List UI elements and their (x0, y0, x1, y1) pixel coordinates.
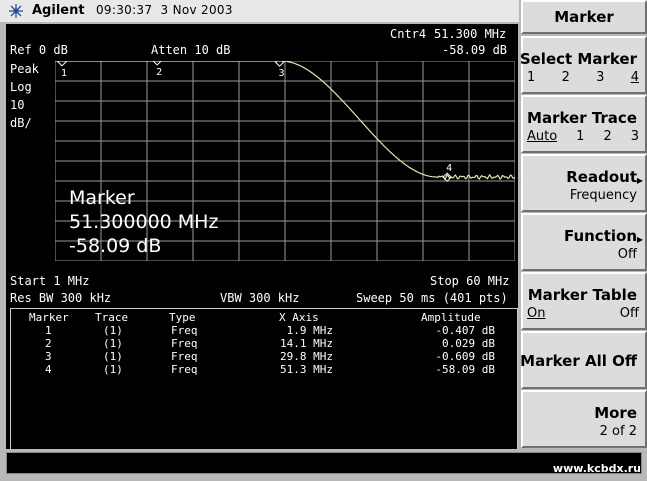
option-table-on: On (527, 306, 546, 321)
option-trace-3: 3 (630, 129, 639, 144)
option-trace-auto: Auto (527, 129, 558, 144)
table-cell-marker: 3 (45, 350, 52, 363)
scale-type: Peak (10, 62, 39, 76)
page-indicator: 2 of 2 (599, 424, 637, 439)
scale-mode: Log (10, 80, 32, 94)
table-cell-x-axis: 14.1 MHz (280, 337, 333, 350)
submenu-arrow-icon: ▶ (636, 235, 643, 244)
stop-frequency: Stop 60 MHz (430, 274, 510, 288)
table-cell-amplitude: -58.09 dB (435, 363, 495, 376)
sweep-time: Sweep 50 ms (401 pts) (356, 291, 508, 305)
table-cell-trace: (1) (103, 350, 123, 363)
marker-trace-options: Auto 1 2 3 (527, 129, 639, 144)
active-marker-frequency: 51.300 MHz (434, 27, 507, 41)
marker-all-off-softkey[interactable]: Marker All Off (520, 331, 647, 389)
table-header-marker: Marker (29, 311, 69, 324)
table-cell-type: Freq (171, 337, 198, 350)
active-marker-amplitude: -58.09 dB (442, 43, 508, 57)
scale-value: 10 (10, 98, 25, 112)
select-marker-softkey[interactable]: Select Marker 1 2 3 4 (519, 36, 647, 94)
table-cell-x-axis: 1.9 MHz (286, 324, 333, 337)
marker-readout: Marker 51.300000 MHz -58.09 dB (69, 186, 218, 258)
marker-table: Marker Trace Type X Axis Amplitude 1 (1)… (10, 308, 518, 449)
marker-diamond-icon (274, 61, 285, 67)
softkey-label: Marker Table (527, 286, 637, 304)
marker-number-label: 2 (156, 67, 162, 78)
option-marker-1: 1 (527, 70, 536, 85)
marker-trace-softkey[interactable]: Marker Trace Auto 1 2 3 (521, 95, 647, 153)
attenuation: Atten 10 dB (151, 43, 231, 57)
option-marker-4: 4 (630, 70, 639, 85)
function-value: Off (617, 247, 637, 262)
marker-number-label: 1 (61, 68, 67, 79)
softkey-label: Marker Trace (527, 109, 637, 127)
scale-unit: dB/ (10, 116, 32, 130)
option-trace-1: 1 (576, 129, 585, 144)
marker-readout-frequency: 51.300000 MHz (69, 211, 219, 233)
marker-readout-amplitude: -58.09 dB (69, 235, 162, 257)
table-header-x-axis: X Axis (279, 311, 319, 324)
softkey-label: Marker All Off (520, 352, 637, 370)
analyzer-display: Cntr4 51.300 MHz -58.09 dB Ref 0 dB Atte… (6, 24, 518, 449)
readout-softkey[interactable]: Readout ▶ Frequency (521, 154, 647, 212)
function-softkey[interactable]: Function ▶ Off (521, 213, 647, 271)
table-cell-type: Freq (171, 324, 198, 337)
brand-name: Agilent (32, 3, 85, 18)
table-header-amplitude: Amplitude (421, 311, 481, 324)
marker-number-label: 4 (446, 163, 452, 174)
table-cell-marker: 4 (45, 363, 52, 376)
table-cell-trace: (1) (103, 363, 123, 376)
message-bar (6, 452, 642, 474)
submenu-arrow-icon: ▶ (636, 176, 643, 185)
option-trace-2: 2 (603, 129, 612, 144)
more-softkey[interactable]: More 2 of 2 (521, 390, 647, 448)
watermark: www.kcbdx.ru (552, 462, 641, 475)
table-cell-type: Freq (171, 363, 198, 376)
active-marker-label: Cntr4 (390, 27, 427, 41)
table-cell-x-axis: 29.8 MHz (280, 350, 333, 363)
clock-time: 09:30:37 3 Nov 2003 (96, 3, 233, 17)
marker-number-label: 3 (279, 68, 285, 79)
softkey-panel: Select Marker 1 2 3 4 Marker Trace Auto … (519, 0, 647, 451)
table-cell-amplitude: 0.029 dB (442, 337, 495, 350)
marker-table-options: On Off (527, 306, 639, 321)
marker-diamond-icon (57, 61, 67, 67)
softkey-label: Readout (566, 168, 637, 186)
title-bar: Agilent 09:30:37 3 Nov 2003 (0, 0, 519, 22)
softkey-label: Function (563, 227, 637, 245)
table-cell-type: Freq (171, 350, 198, 363)
table-cell-amplitude: -0.609 dB (435, 350, 495, 363)
table-cell-trace: (1) (103, 324, 123, 337)
resolution-bandwidth: Res BW 300 kHz (10, 291, 112, 305)
reference-level: Ref 0 dB (10, 43, 68, 57)
start-frequency: Start 1 MHz (10, 274, 90, 288)
table-cell-marker: 2 (45, 337, 52, 350)
video-bandwidth: VBW 300 kHz (220, 291, 300, 305)
marker-readout-title: Marker (69, 187, 135, 209)
clock-date: 3 Nov 2003 (160, 3, 233, 17)
table-cell-marker: 1 (45, 324, 52, 337)
table-header-trace: Trace (95, 311, 129, 324)
table-cell-x-axis: 51.3 MHz (280, 363, 333, 376)
agilent-logo-icon (9, 4, 23, 18)
readout-value: Frequency (569, 188, 637, 203)
marker-table-softkey[interactable]: Marker Table On Off (521, 272, 647, 330)
table-cell-amplitude: -0.407 dB (435, 324, 495, 337)
softkey-label: Select Marker (519, 50, 637, 68)
table-header-type: Type (169, 311, 196, 324)
softkey-label: More (594, 404, 637, 422)
option-marker-3: 3 (596, 70, 605, 85)
option-table-off: Off (619, 306, 639, 321)
table-cell-trace: (1) (103, 337, 123, 350)
option-marker-2: 2 (561, 70, 570, 85)
select-marker-options: 1 2 3 4 (527, 70, 639, 85)
